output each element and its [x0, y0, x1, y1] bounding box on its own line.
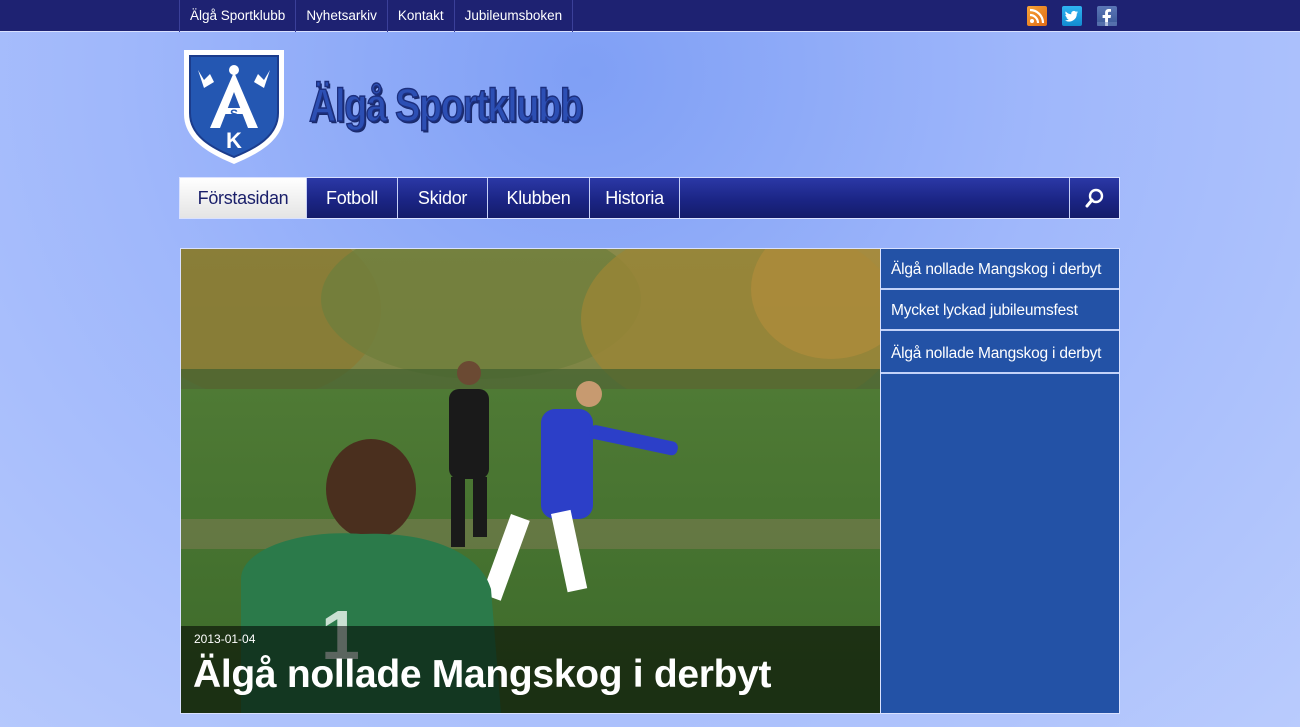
nav-item-fotboll[interactable]: Fotboll: [307, 178, 398, 218]
facebook-icon[interactable]: [1097, 6, 1117, 26]
featured-photo[interactable]: 1 2013-01-04 Älgå nollade Mangskog i der…: [181, 249, 881, 713]
site-title[interactable]: Älgå Sportklubb: [308, 78, 583, 132]
slide-caption[interactable]: 2013-01-04 Älgå nollade Mangskog i derby…: [181, 626, 880, 713]
nav-item-klubben[interactable]: Klubben: [488, 178, 590, 218]
nav-item-forstasidan[interactable]: Förstasidan: [180, 178, 307, 218]
top-bar: Älgå Sportklubb Nyhetsarkiv Kontakt Jubi…: [0, 0, 1300, 32]
headline-item[interactable]: Älgå nollade Mangskog i derbyt: [881, 331, 1119, 374]
svg-text:S: S: [230, 107, 238, 121]
slide-date: 2013-01-04: [194, 632, 256, 646]
featured-slider: 1 2013-01-04 Älgå nollade Mangskog i der…: [180, 248, 1120, 714]
topnav-link-home[interactable]: Älgå Sportklubb: [179, 0, 295, 32]
twitter-icon[interactable]: [1062, 6, 1082, 26]
top-navigation: Älgå Sportklubb Nyhetsarkiv Kontakt Jubi…: [179, 0, 574, 32]
nav-item-skidor[interactable]: Skidor: [398, 178, 488, 218]
svg-text:K: K: [226, 128, 242, 153]
topnav-link-contact[interactable]: Kontakt: [386, 0, 454, 32]
rss-icon[interactable]: [1027, 6, 1047, 26]
search-icon: [1085, 188, 1103, 208]
headline-item[interactable]: Mycket lyckad jubileumsfest: [881, 290, 1119, 331]
headline-item[interactable]: Älgå nollade Mangskog i derbyt: [881, 249, 1119, 290]
topnav-link-news-archive[interactable]: Nyhetsarkiv: [295, 0, 387, 32]
topnav-link-anniversary-book[interactable]: Jubileumsboken: [453, 0, 574, 32]
social-links: [1027, 6, 1117, 26]
slide-title[interactable]: Älgå nollade Mangskog i derbyt: [193, 653, 772, 697]
slider-headline-list: Älgå nollade Mangskog i derbyt Mycket ly…: [881, 249, 1119, 374]
main-navigation: Förstasidan Fotboll Skidor Klubben Histo…: [179, 177, 1120, 219]
search-button[interactable]: [1069, 178, 1119, 218]
club-logo[interactable]: K S: [180, 44, 288, 166]
nav-item-historia[interactable]: Historia: [590, 178, 680, 218]
